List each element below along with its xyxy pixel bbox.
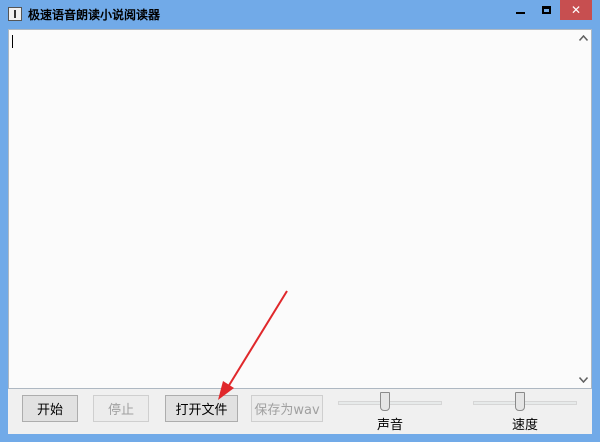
volume-slider-thumb[interactable] [380, 392, 390, 411]
start-button[interactable]: 开始 [22, 395, 78, 422]
stop-button[interactable]: 停止 [93, 395, 149, 422]
save-wav-button[interactable]: 保存为wav [251, 395, 323, 422]
volume-slider-track [338, 401, 442, 405]
window-title: 极速语音朗读小说阅读器 [28, 8, 161, 22]
volume-slider[interactable]: 声音 [338, 392, 442, 433]
bottom-toolbar: 开始 停止 打开文件 保存为wav 声音 速度 [8, 389, 592, 434]
vertical-scrollbar[interactable] [575, 30, 591, 388]
app-window: 极速语音朗读小说阅读器 ✕ 开始 停止 打开文件 保存为wav 声音 速度 [0, 0, 600, 442]
client-area: 开始 停止 打开文件 保存为wav 声音 速度 [8, 29, 592, 434]
minimize-button[interactable] [507, 0, 533, 20]
scroll-down-button[interactable] [575, 372, 591, 388]
chevron-up-icon [578, 35, 588, 41]
chevron-down-icon [578, 377, 588, 383]
open-file-button[interactable]: 打开文件 [165, 395, 238, 422]
volume-label: 声音 [376, 418, 403, 433]
minimize-icon [515, 12, 525, 14]
close-icon: ✕ [570, 3, 582, 17]
speed-slider-thumb[interactable] [515, 392, 525, 411]
speed-slider-track [473, 401, 577, 405]
scroll-up-button[interactable] [575, 30, 591, 46]
speed-slider[interactable]: 速度 [473, 392, 577, 433]
speed-label: 速度 [511, 418, 538, 433]
maximize-button[interactable] [533, 0, 560, 20]
app-icon[interactable] [8, 7, 22, 21]
close-button[interactable]: ✕ [560, 0, 592, 20]
maximize-icon [542, 6, 551, 14]
text-editor[interactable] [8, 29, 592, 389]
text-caret [12, 35, 13, 48]
title-bar[interactable]: 极速语音朗读小说阅读器 ✕ [0, 0, 600, 29]
